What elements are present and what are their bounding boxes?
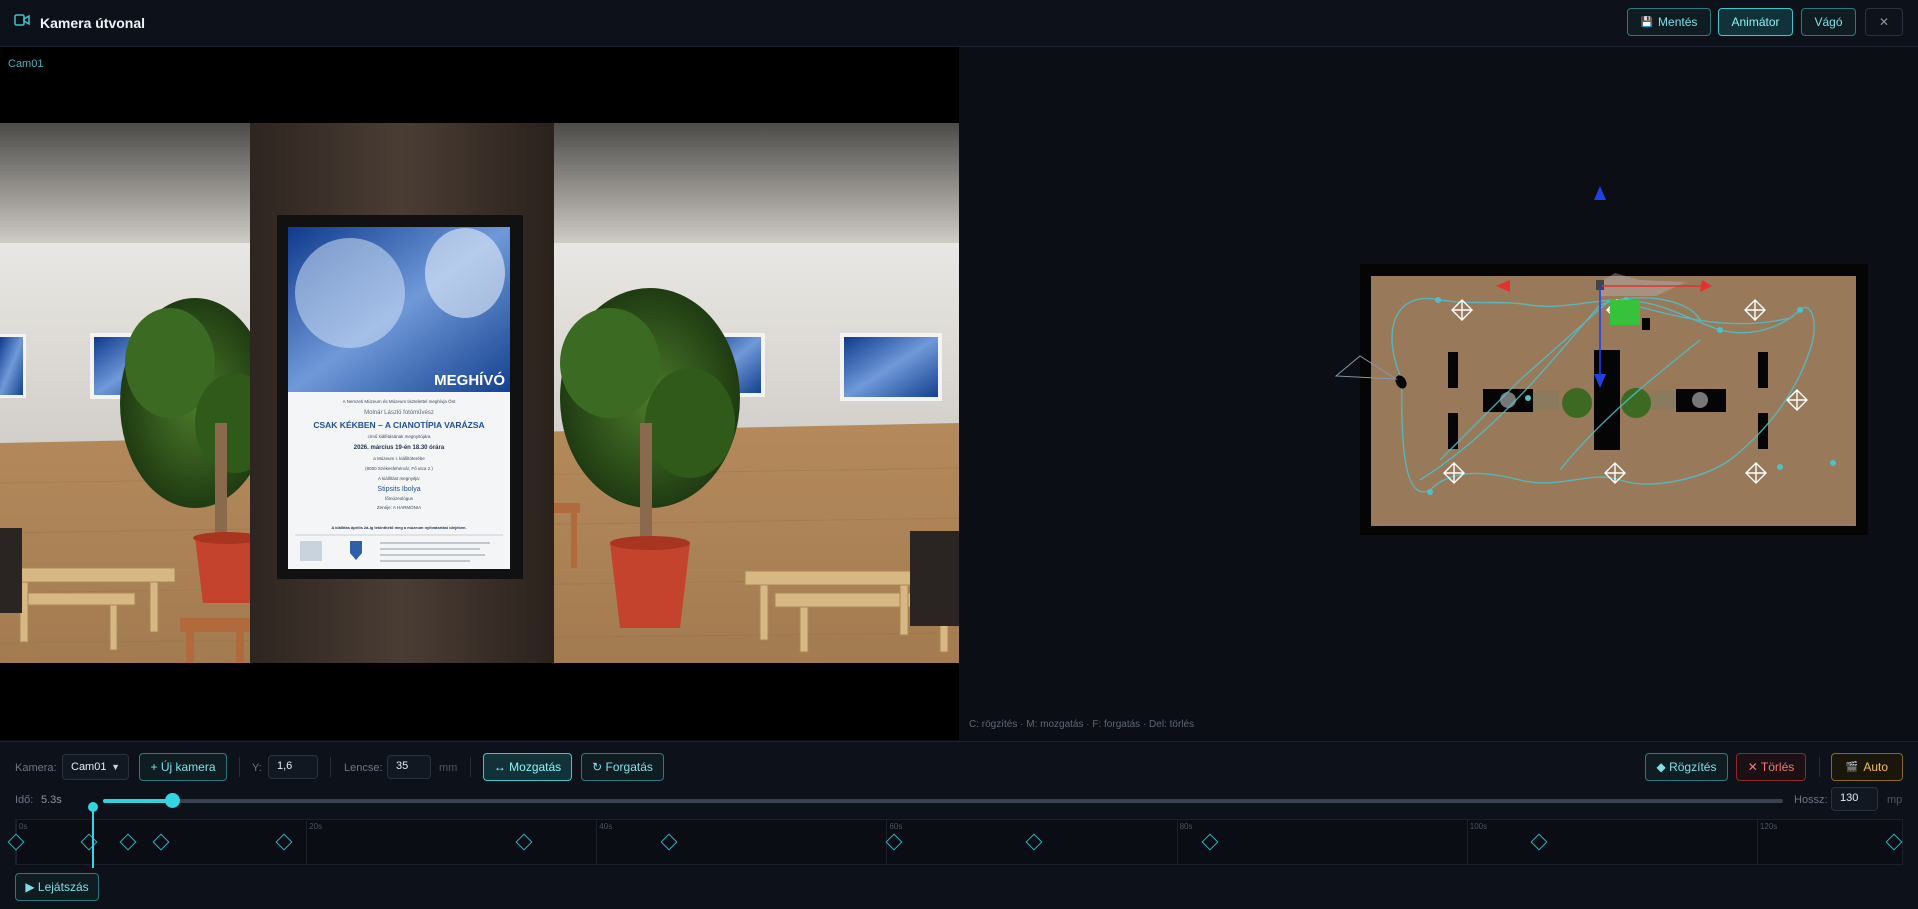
cutter-button[interactable]: Vágó — [1801, 8, 1856, 36]
time-slider-fill — [103, 799, 172, 803]
move-button[interactable]: ↔ Mozgatás — [483, 753, 572, 781]
timeline-tick — [306, 820, 308, 864]
delete-keyframe-button[interactable]: ✕ Törlés — [1736, 753, 1806, 781]
camera-viewport[interactable]: Cam01 MEGHÍVÓ A Nemzeti Múzeum és Múzeum… — [0, 47, 959, 740]
time-label: Idő: — [15, 794, 34, 806]
timeline-tick-label: 0s — [19, 822, 28, 831]
timeline-tick — [1466, 820, 1468, 864]
floor-plan-canvas[interactable] — [961, 47, 1918, 740]
keyframe-marker[interactable] — [885, 833, 903, 851]
gallery-render: MEGHÍVÓ A Nemzeti Múzeum és Múzeum tiszt… — [0, 123, 959, 663]
time-slider[interactable] — [103, 793, 1783, 808]
timeline-tick-label: 100s — [1469, 822, 1488, 831]
y-label: Y: — [252, 762, 262, 774]
keyframe-marker[interactable] — [7, 833, 25, 851]
z-axis-arrow-up-icon[interactable] — [1594, 186, 1606, 200]
floor-plan-view[interactable] — [961, 47, 1918, 740]
chevron-down-icon: ▼ — [111, 762, 120, 772]
central-pillar — [1594, 350, 1620, 450]
poster-line-3: című kiállításának megnyitójára — [368, 434, 431, 439]
playhead[interactable] — [92, 806, 94, 868]
auto-button[interactable]: 🎬 Auto — [1831, 753, 1903, 781]
keyframe-marker[interactable] — [1530, 833, 1548, 851]
camera-select-value: Cam01 — [71, 761, 107, 773]
timeline-tick — [1756, 820, 1758, 864]
plant-marker — [1562, 388, 1592, 418]
length-unit: mp — [1887, 794, 1903, 806]
poster-line-7: főmúzeológus — [385, 496, 414, 501]
save-button-label: Mentés — [1658, 15, 1698, 29]
record-keyframe-button[interactable]: ◆ Rögzítés — [1645, 753, 1728, 781]
keyframe-marker[interactable] — [1201, 833, 1219, 851]
save-button[interactable]: 💾 Mentés — [1627, 8, 1711, 36]
divider — [239, 757, 240, 777]
timeline-tick — [1176, 820, 1178, 864]
camera-select[interactable]: Cam01 ▼ — [62, 754, 129, 780]
poster-line-5: (8000 Székesfehérvár, Fő utca 2.) — [365, 466, 433, 471]
camera-select-label: Kamera: — [15, 762, 57, 774]
lens-label: Lencse: — [344, 762, 383, 774]
lens-unit: mm — [439, 762, 458, 774]
keyboard-hint: C: rögzítés · M: mozgatás · F: forgatás … — [969, 719, 1195, 730]
new-camera-button[interactable]: + Új kamera — [139, 753, 227, 781]
lens-input[interactable]: 35 — [387, 755, 431, 779]
clapperboard-icon: 🎬 — [1845, 761, 1859, 773]
poster-footer: A kiállítás április 2á-ig tekinthető meg… — [331, 525, 466, 530]
poster-line-4: a Múzeum I. kiállítóterébe — [373, 456, 425, 461]
close-button[interactable]: ✕ — [1865, 8, 1903, 36]
rotate-button[interactable]: ↻ Forgatás — [581, 753, 664, 781]
auto-button-label: Auto — [1863, 760, 1889, 774]
poster-line-2: Molnár László fotóművész — [364, 410, 434, 416]
poster-line-8: Zenéje: A HARMÓNIA — [377, 504, 421, 510]
poster-line-6: A kiállítást megnyitja: — [378, 476, 420, 481]
page-title: Kamera útvonal — [40, 14, 146, 31]
camera-marker-icon[interactable] — [1642, 318, 1650, 330]
control-panel: Kamera: Cam01 ▼ + Új kamera Y: 1,6 Lencs… — [0, 741, 1918, 909]
keyframe-marker[interactable] — [660, 833, 678, 851]
timeline-tick-label: 60s — [889, 822, 903, 831]
keyframe-marker[interactable] — [152, 833, 170, 851]
timeline-tick-label: 120s — [1759, 822, 1778, 831]
divider — [1819, 757, 1820, 777]
timeline-tick-label: 40s — [599, 822, 613, 831]
poster-line-1: A Nemzeti Múzeum és Múzeum tisztelettel … — [343, 398, 457, 404]
timeline-tick — [596, 820, 598, 864]
poster-title: MEGHÍVÓ — [434, 371, 505, 389]
poster-opener: Stipsits Ibolya — [377, 486, 420, 493]
play-button[interactable]: ▶ Lejátszás — [15, 873, 99, 901]
top-bar: Kamera útvonal 💾 Mentés Animátor Vágó ✕ — [0, 0, 1918, 47]
camera-name-label: Cam01 — [8, 58, 44, 70]
poster-date: 2026. március 19-én 18.30 órára — [354, 445, 445, 451]
time-value: 5.3s — [41, 794, 62, 806]
animator-button[interactable]: Animátor — [1718, 8, 1793, 36]
length-input[interactable]: 130 — [1831, 787, 1878, 811]
divider — [470, 757, 471, 777]
video-camera-icon — [14, 13, 30, 32]
keyframe-marker[interactable] — [1885, 833, 1903, 851]
time-slider-thumb[interactable] — [164, 793, 180, 808]
title-area: Kamera útvonal — [14, 13, 145, 32]
keyframe-timeline[interactable]: 0s 20s 40s 60s 80s 100s 120s — [7, 819, 1903, 865]
sponsor-logo — [300, 541, 322, 561]
divider — [330, 757, 331, 777]
keyframe-marker[interactable] — [119, 833, 137, 851]
keyframe-marker[interactable] — [515, 833, 533, 851]
selected-camera-marker[interactable] — [1610, 300, 1640, 325]
floppy-disk-icon: 💾 — [1640, 16, 1654, 28]
keyframe-marker[interactable] — [275, 833, 293, 851]
length-label: Hossz: — [1794, 794, 1828, 806]
poster-headline: CSAK KÉKBEN – A CIANOTÍPIA VARÁZSA — [313, 420, 484, 430]
keyframe-marker[interactable] — [1025, 833, 1043, 851]
keyframe-marker[interactable] — [80, 833, 98, 851]
timeline-tick-label: 80s — [1179, 822, 1193, 831]
y-input[interactable]: 1,6 — [268, 755, 318, 779]
timeline-tick-label: 20s — [309, 822, 323, 831]
